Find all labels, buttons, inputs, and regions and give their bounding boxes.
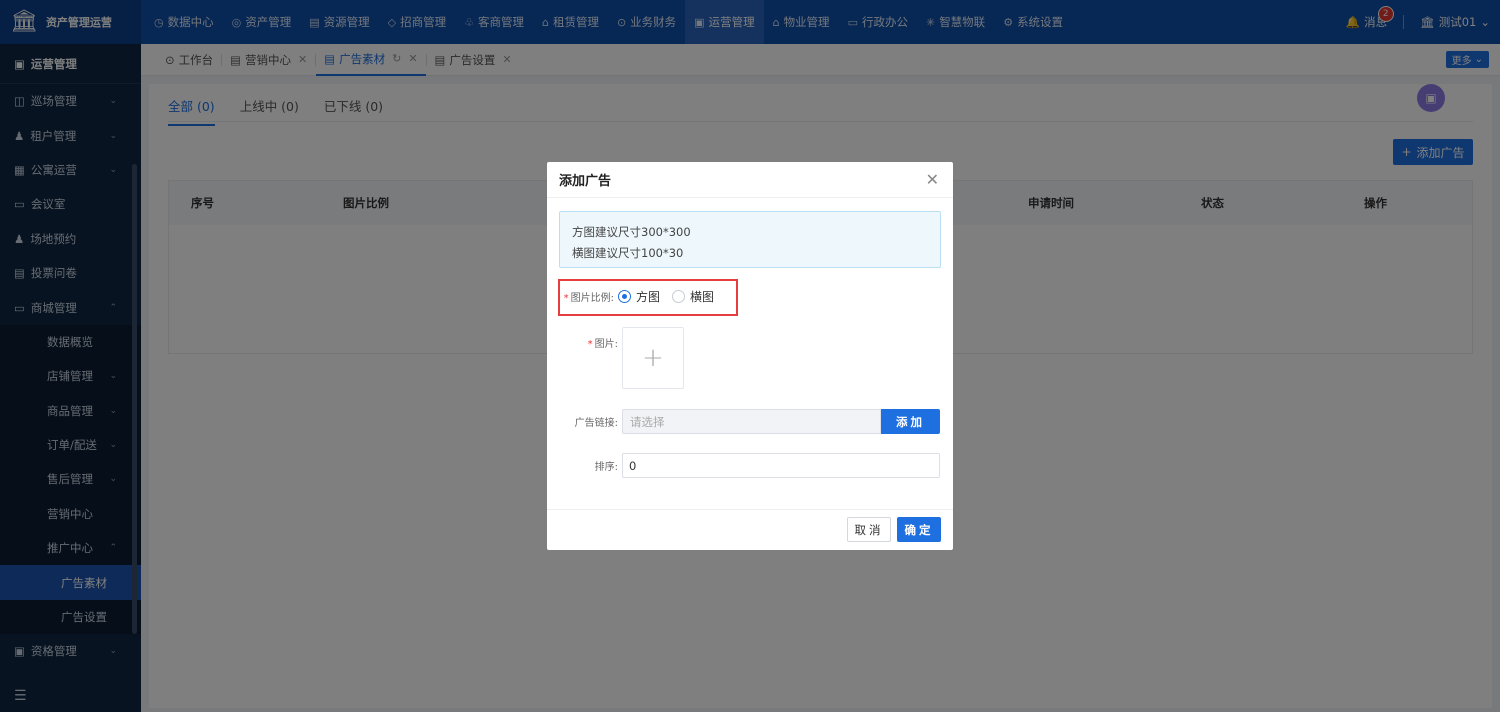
add-ad-dialog: 添加广告 ✕ 方图建议尺寸300*300 横图建议尺寸100*30 * 图片比例:… [547, 162, 953, 550]
radio-checked-icon [618, 290, 631, 303]
tip-line: 横图建议尺寸100*30 [572, 246, 684, 260]
required-mark: * [563, 293, 569, 304]
dialog-title: 添加广告 [559, 174, 612, 189]
sort-row: 排序: 0 [547, 453, 940, 478]
tip-line: 方图建议尺寸300*300 [572, 225, 691, 239]
cancel-button[interactable]: 取消 [847, 517, 891, 542]
confirm-button[interactable]: 确定 [897, 517, 941, 542]
size-tip-box: 方图建议尺寸300*300 横图建议尺寸100*30 [559, 211, 941, 268]
radio-unchecked-icon [672, 290, 686, 303]
ratio-label-text: 图片比例: [570, 293, 614, 304]
ad-link-input[interactable]: 请选择 [622, 409, 881, 434]
radio-label: 横图 [690, 290, 715, 304]
image-row: * 图片: + [547, 327, 684, 389]
plus-icon: + [642, 343, 664, 373]
link-label: 广告链接: [574, 418, 618, 429]
link-row: 广告链接: 请选择 添加 [547, 409, 940, 434]
image-upload-button[interactable]: + [622, 327, 684, 389]
dialog-header: 添加广告 ✕ [547, 162, 953, 198]
required-mark: * [587, 339, 593, 350]
close-icon[interactable]: ✕ [926, 172, 939, 188]
image-label-text: 图片: [594, 339, 618, 350]
ratio-row: * 图片比例: 方图 横图 [547, 288, 726, 305]
ratio-label: * 图片比例: [547, 289, 618, 304]
image-label: * 图片: [547, 327, 622, 350]
link-add-button[interactable]: 添加 [881, 409, 940, 434]
radio-label: 方图 [636, 290, 661, 304]
radio-horizontal[interactable]: 横图 [672, 288, 714, 305]
radio-square[interactable]: 方图 [618, 288, 660, 305]
dialog-footer-divider [547, 509, 953, 510]
sort-label: 排序: [594, 462, 618, 473]
sort-input[interactable]: 0 [622, 453, 940, 478]
